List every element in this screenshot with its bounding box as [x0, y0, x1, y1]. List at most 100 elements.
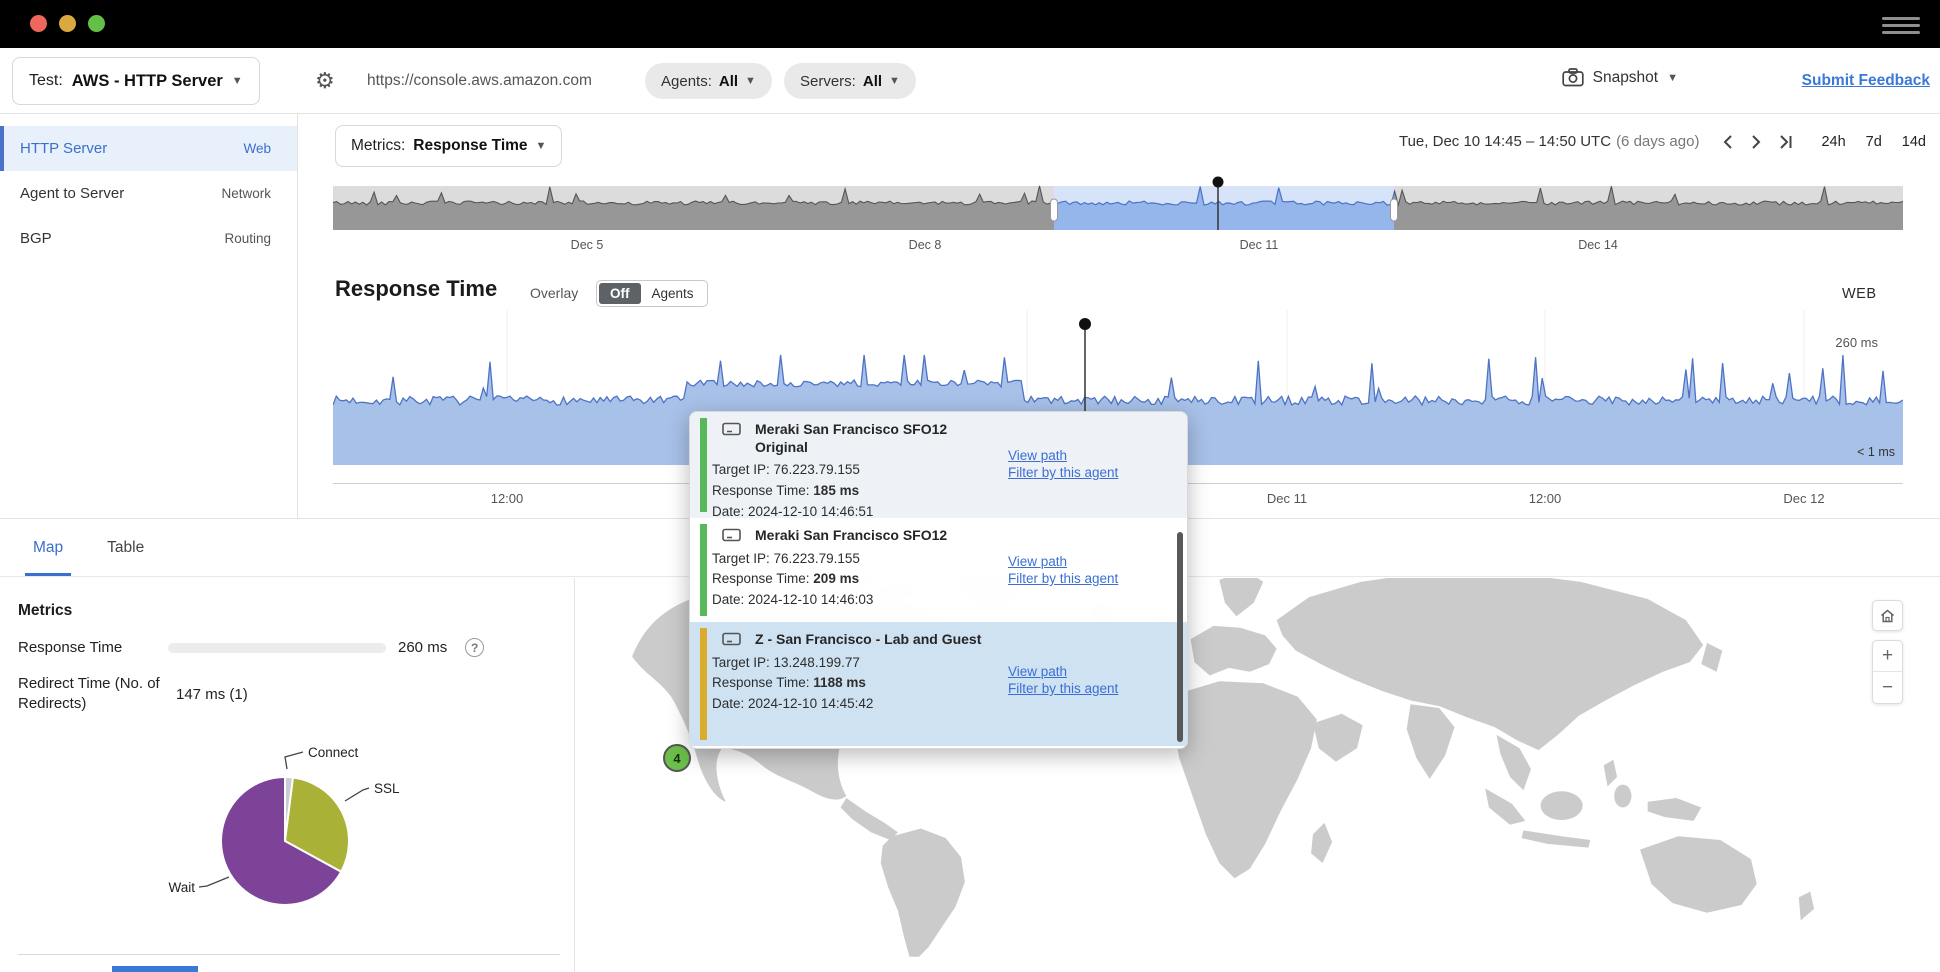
agent-name: Z - San Francisco - Lab and Guest	[755, 631, 995, 649]
metrics-label: Metrics:	[351, 137, 405, 155]
brush-tick: Dec 14	[1578, 238, 1618, 252]
pie-label-ssl: SSL	[374, 781, 400, 796]
tooltip-scrollbar[interactable]	[1177, 532, 1183, 742]
zoom-out-button[interactable]: −	[1873, 672, 1902, 703]
test-label: Test:	[29, 72, 63, 90]
layer-category: Web	[243, 141, 271, 156]
redirect-time-row: Redirect Time (No. of Redirects) 147 ms …	[18, 674, 438, 715]
brush-tick: Dec 5	[571, 238, 604, 252]
filter-by-agent-link[interactable]: Filter by this agent	[1008, 571, 1118, 586]
pie-label-connect: Connect	[308, 745, 359, 760]
layer-label: HTTP Server	[20, 140, 107, 157]
brush-handle-left[interactable]	[1051, 199, 1058, 221]
map-zoom-control: + −	[1872, 640, 1903, 704]
overlay-off-button[interactable]: Off	[599, 283, 641, 304]
submit-feedback-link[interactable]: Submit Feedback	[1802, 72, 1930, 90]
x-tick: 12:00	[491, 491, 524, 506]
tooltip-entry[interactable]: Meraki San Francisco SFO12 Original Targ…	[690, 412, 1187, 518]
brush-handle-right[interactable]	[1391, 199, 1398, 221]
tab-map[interactable]: Map	[33, 519, 63, 576]
agent-status-bar	[700, 628, 707, 740]
agent-name: Meraki San Francisco SFO12 Original	[755, 421, 995, 456]
tooltip-entry[interactable]: Z - San Francisco - Lab and Guest Target…	[690, 622, 1187, 746]
servers-label: Servers:	[800, 73, 856, 90]
chevron-down-icon: ▼	[1667, 72, 1678, 84]
agent-status-bar	[700, 418, 707, 512]
range-14d[interactable]: 14d	[1902, 134, 1926, 150]
test-target-url: https://console.aws.amazon.com	[367, 72, 592, 90]
metrics-heading: Metrics	[18, 602, 72, 620]
chart-title: Response Time	[335, 276, 497, 302]
chevron-down-icon: ▼	[232, 75, 243, 87]
filter-by-agent-link[interactable]: Filter by this agent	[1008, 465, 1118, 480]
view-path-link[interactable]: View path	[1008, 664, 1118, 679]
help-icon[interactable]: ?	[465, 638, 484, 657]
chevron-down-icon: ▼	[889, 75, 900, 87]
agents-filter[interactable]: Agents: All ▼	[645, 63, 772, 99]
agent-name: Meraki San Francisco SFO12	[755, 527, 995, 545]
brush-tick: Dec 8	[909, 238, 942, 252]
agent-status-bar	[700, 524, 707, 616]
metrics-panel: Metrics Response Time 260 ms ? Redirect …	[0, 578, 575, 972]
latest-round-icon[interactable]	[1777, 134, 1795, 150]
agents-value: All	[719, 73, 738, 90]
date-range-label: Tue, Dec 10 14:45 – 14:50 UTC	[1399, 133, 1611, 150]
date-ago-label: (6 days ago)	[1616, 133, 1699, 150]
response-time-line: Response Time: 185 ms	[712, 481, 1173, 502]
minimize-window-button[interactable]	[59, 15, 76, 32]
agent-data-tooltip: Meraki San Francisco SFO12 Original Targ…	[689, 411, 1188, 749]
tooltip-entry[interactable]: Meraki San Francisco SFO12 Target IP: 76…	[690, 518, 1187, 622]
overlay-toggle: Off Agents	[596, 280, 708, 307]
metrics-value: Response Time	[413, 137, 527, 155]
agent-cluster-marker[interactable]: 4	[663, 744, 691, 772]
agents-label: Agents:	[661, 73, 712, 90]
pie-label-wait: Wait	[169, 880, 196, 895]
y-axis-min-label: < 1 ms	[1825, 445, 1895, 459]
x-tick: Dec 12	[1783, 491, 1824, 506]
range-7d[interactable]: 7d	[1866, 134, 1882, 150]
filter-by-agent-link[interactable]: Filter by this agent	[1008, 681, 1118, 696]
test-layers-sidebar: HTTP Server Web Agent to Server Network …	[0, 114, 298, 518]
horizontal-scrollbar-thumb[interactable]	[112, 966, 198, 972]
next-round-icon[interactable]	[1749, 134, 1763, 150]
chevron-down-icon: ▼	[536, 140, 547, 152]
snapshot-label: Snapshot	[1593, 69, 1659, 87]
sidebar-item-http-server[interactable]: HTTP Server Web	[0, 126, 297, 171]
view-path-link[interactable]: View path	[1008, 448, 1118, 463]
servers-filter[interactable]: Servers: All ▼	[784, 63, 916, 99]
timeline-brush-chart[interactable]	[333, 170, 1903, 232]
component-breakdown-pie-chart: Connect SSL Wait	[135, 733, 445, 948]
sample-date: Date: 2024-12-10 14:45:42	[712, 694, 1173, 715]
test-selector[interactable]: Test: AWS - HTTP Server ▼	[12, 57, 260, 105]
layer-category: Network	[221, 186, 271, 201]
header-bar: Test: AWS - HTTP Server ▼ ⚙ https://cons…	[0, 48, 1940, 114]
test-name: AWS - HTTP Server	[72, 72, 223, 91]
sidebar-item-bgp[interactable]: BGP Routing	[0, 216, 297, 261]
sample-date: Date: 2024-12-10 14:46:03	[712, 590, 1173, 611]
y-axis-max-label: 260 ms	[1814, 335, 1878, 350]
layer-label: BGP	[20, 230, 52, 247]
gear-icon[interactable]: ⚙	[315, 68, 335, 94]
sample-date: Date: 2024-12-10 14:46:51	[712, 502, 1173, 518]
camera-icon	[1562, 68, 1584, 87]
metrics-selector[interactable]: Metrics: Response Time ▼	[335, 125, 562, 167]
sidebar-item-agent-to-server[interactable]: Agent to Server Network	[0, 171, 297, 216]
layer-label: Agent to Server	[20, 185, 124, 202]
maximize-window-button[interactable]	[88, 15, 105, 32]
tab-table[interactable]: Table	[107, 519, 144, 576]
overlay-label: Overlay	[530, 285, 578, 301]
hamburger-menu-icon[interactable]	[1882, 13, 1920, 35]
range-24h[interactable]: 24h	[1821, 134, 1845, 150]
snapshot-button[interactable]: Snapshot ▼	[1562, 68, 1678, 87]
web-badge: WEB	[1842, 286, 1877, 302]
response-time-bar-track	[168, 643, 386, 653]
app-window: Test: AWS - HTTP Server ▼ ⚙ https://cons…	[0, 0, 1940, 972]
map-home-button[interactable]	[1872, 600, 1903, 631]
zoom-in-button[interactable]: +	[1873, 641, 1902, 672]
overlay-agents-button[interactable]: Agents	[641, 283, 705, 304]
window-titlebar	[0, 0, 1940, 48]
close-window-button[interactable]	[30, 15, 47, 32]
previous-round-icon[interactable]	[1721, 134, 1735, 150]
view-path-link[interactable]: View path	[1008, 554, 1118, 569]
agent-monitor-icon	[722, 422, 741, 437]
